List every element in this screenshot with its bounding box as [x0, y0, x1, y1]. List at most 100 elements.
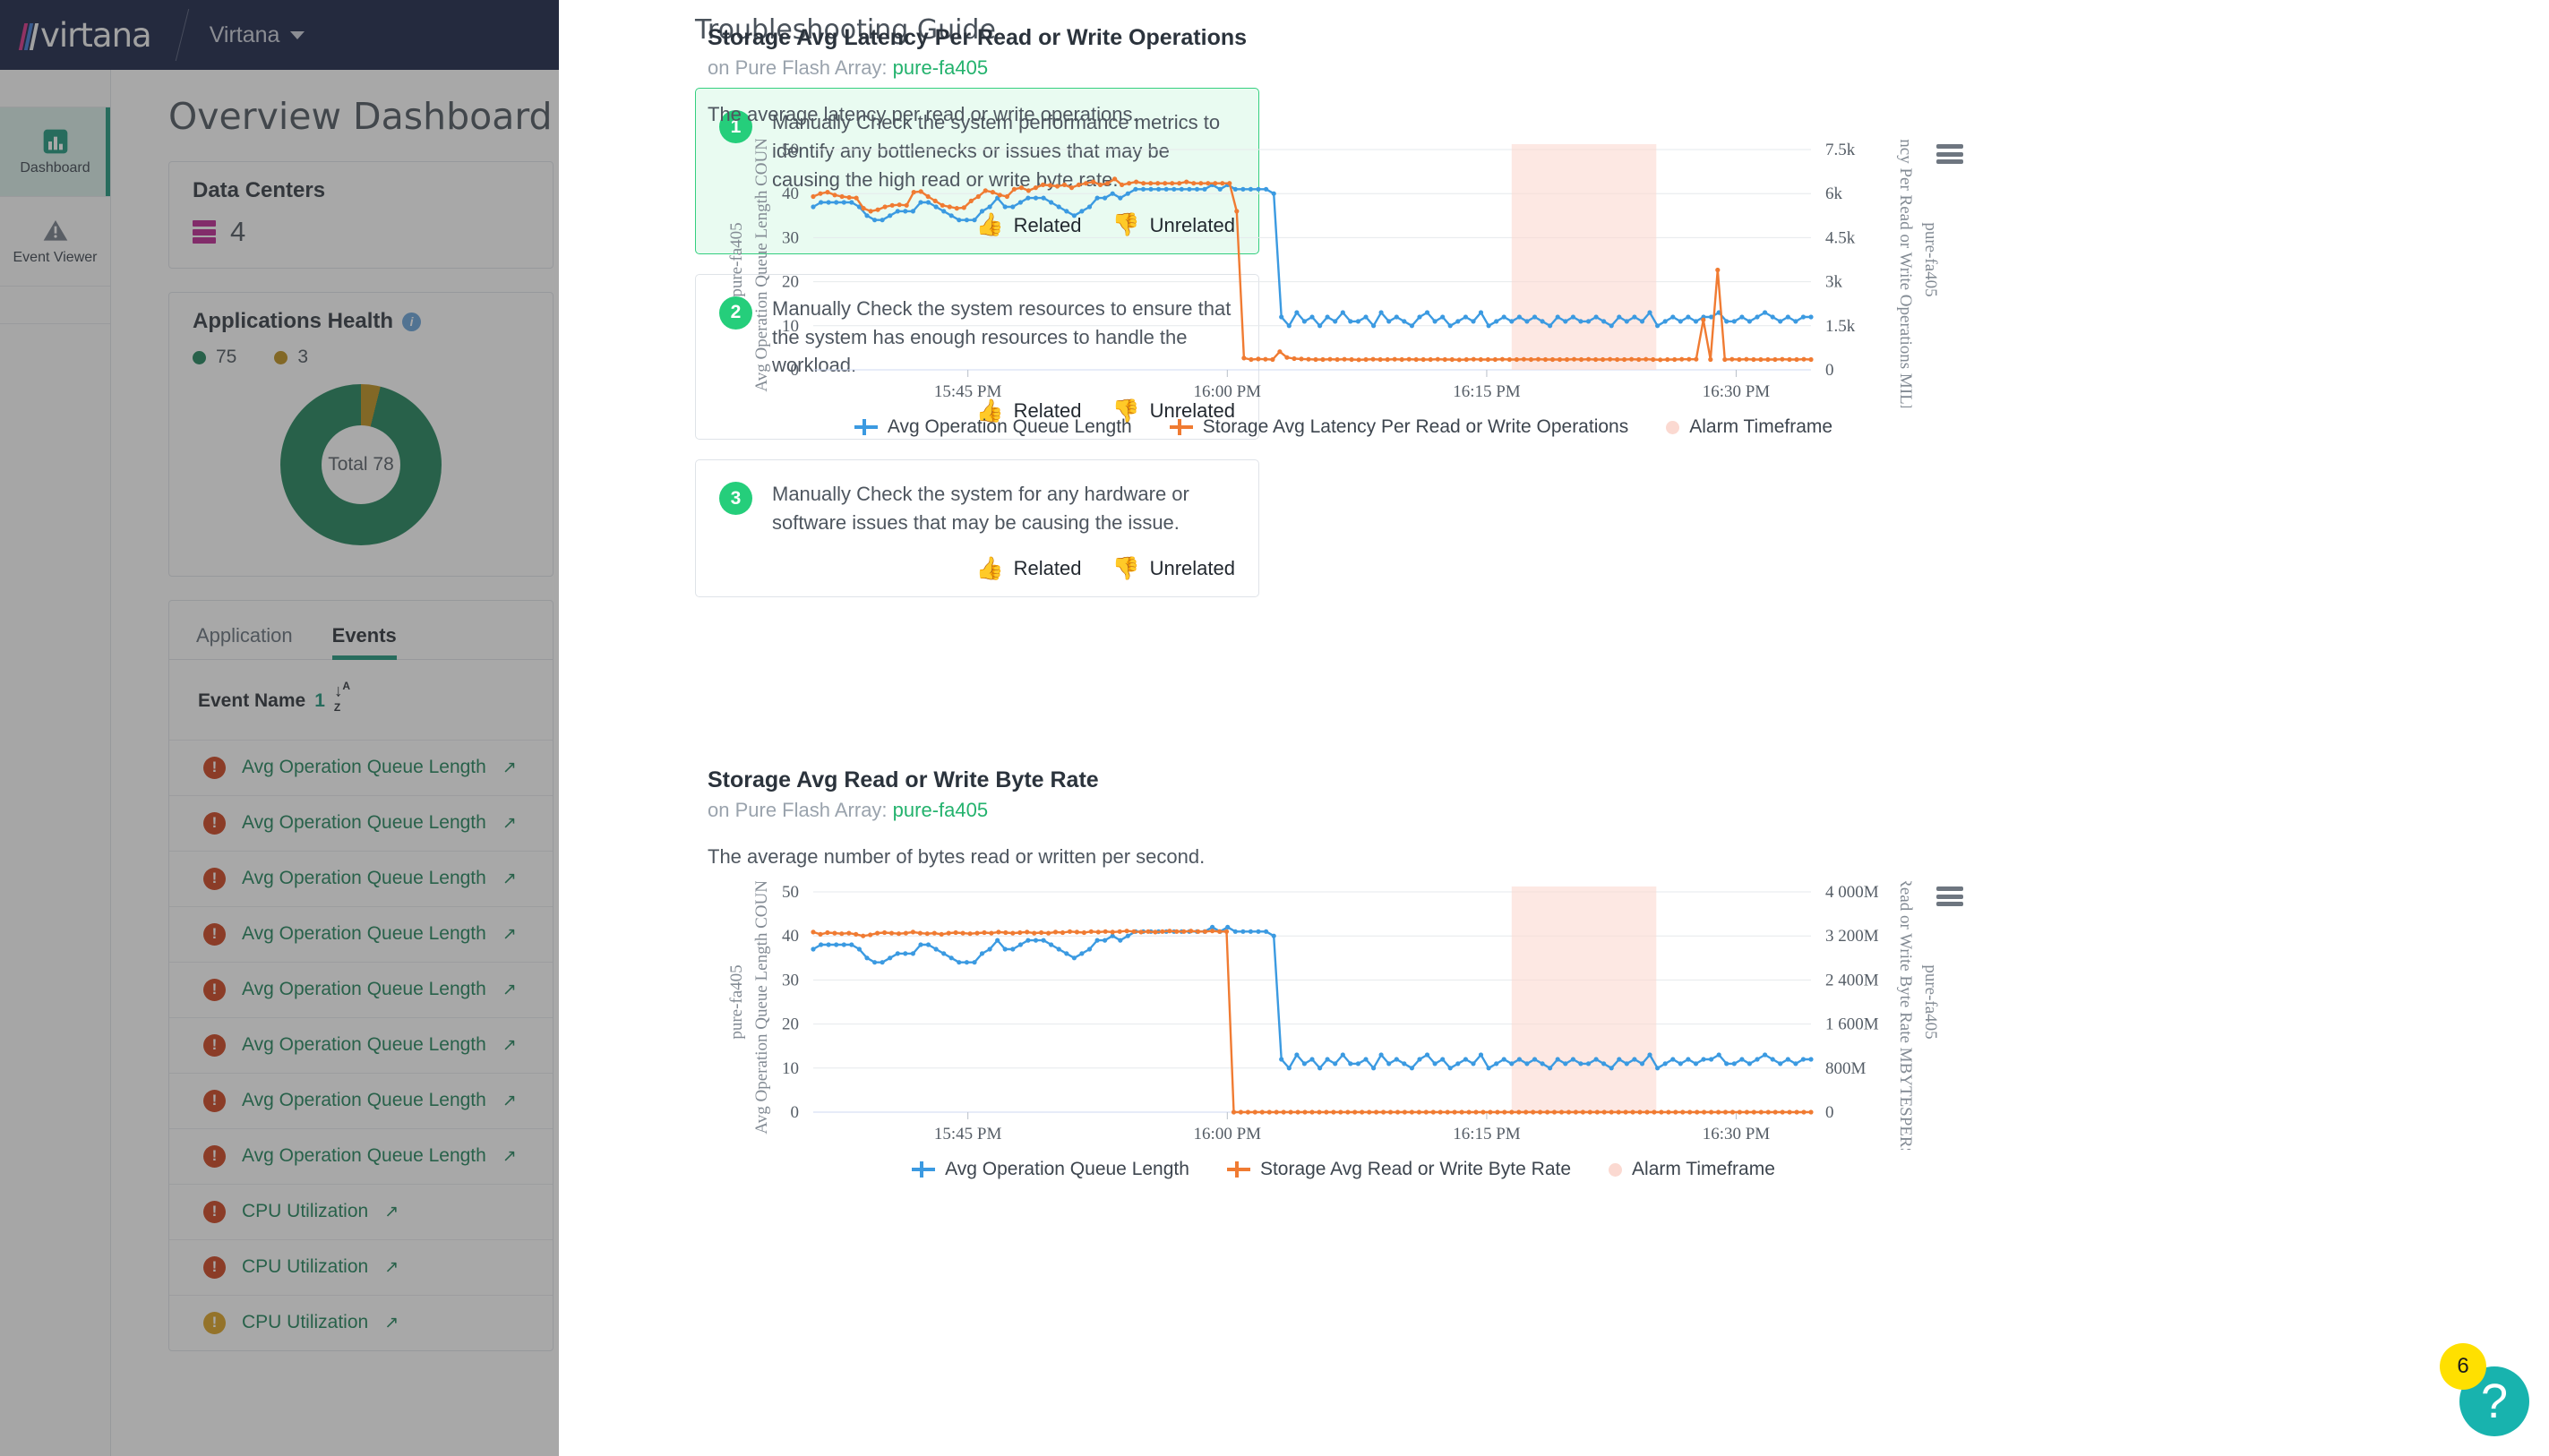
- applications-health-donut[interactable]: Total 78: [280, 384, 442, 545]
- chart-subtitle-entity[interactable]: pure-fa405: [893, 56, 988, 79]
- events-column-header[interactable]: Event Name 1 ↓A Z: [169, 660, 553, 740]
- y-axis-right-metric-label: Storage Avg Latency Per Read or Write Op…: [1896, 139, 1915, 407]
- unrelated-button[interactable]: 👎 Unrelated: [1111, 557, 1235, 580]
- event-name-link[interactable]: Avg Operation Queue Length: [242, 923, 486, 945]
- event-name-link[interactable]: CPU Utilization: [242, 1312, 368, 1333]
- series-point: [1747, 1061, 1752, 1066]
- table-row[interactable]: ! Avg Operation Queue Length ↗: [169, 961, 553, 1017]
- series-point: [1417, 1057, 1422, 1062]
- series-point: [1349, 356, 1354, 363]
- event-name-link[interactable]: Avg Operation Queue Length: [242, 979, 486, 1000]
- tab-application[interactable]: Application: [196, 624, 293, 660]
- series-point: [818, 931, 823, 937]
- legend-item-warning[interactable]: 3: [274, 347, 308, 368]
- y-axis-right-tick: 3k: [1825, 273, 1843, 292]
- table-row[interactable]: ! Avg Operation Queue Length ↗: [169, 1127, 553, 1184]
- series-point: [1478, 310, 1484, 315]
- series-point: [1264, 929, 1269, 934]
- sidebar-item-event-viewer[interactable]: Event Viewer: [0, 197, 110, 287]
- series-point: [1141, 181, 1146, 186]
- table-row[interactable]: ! CPU Utilization ↗: [169, 1183, 553, 1239]
- virtana-logo[interactable]: virtana: [18, 16, 152, 55]
- event-name-link[interactable]: Avg Operation Queue Length: [242, 812, 486, 834]
- legend-item-latency[interactable]: Storage Avg Latency Per Read or Write Op…: [1169, 416, 1628, 438]
- series-point: [1333, 1061, 1338, 1066]
- series-point: [1370, 356, 1376, 362]
- external-link-icon[interactable]: ↗: [502, 1035, 517, 1056]
- table-row[interactable]: ! CPU Utilization ↗: [169, 1238, 553, 1295]
- event-name-link[interactable]: Avg Operation Queue Length: [242, 1034, 486, 1056]
- table-row[interactable]: ! Avg Operation Queue Length ↗: [169, 1016, 553, 1073]
- event-name-link[interactable]: Avg Operation Queue Length: [242, 868, 486, 889]
- event-name-link[interactable]: CPU Utilization: [242, 1256, 368, 1278]
- legend-item-byte-rate[interactable]: Storage Avg Read or Write Byte Rate: [1226, 1159, 1571, 1180]
- chart-subtitle-entity[interactable]: pure-fa405: [893, 799, 988, 821]
- related-button[interactable]: 👍 Related: [975, 557, 1081, 580]
- series-point: [925, 193, 931, 200]
- chart-plot-area[interactable]: 0 0 10 1.5k 20 3k 30 4.5k 40 6k 50 7.5k 15:45 PM 16:0…: [708, 139, 1979, 407]
- series-point: [1395, 1109, 1401, 1115]
- external-link-icon[interactable]: ↗: [502, 813, 517, 834]
- y-axis-left-metric-label: Avg Operation Queue Length COUNT: [752, 139, 771, 392]
- legend-item-alarm-timeframe[interactable]: Alarm Timeframe: [1666, 416, 1832, 438]
- x-axis-tick: 16:00 PM: [1194, 1125, 1262, 1143]
- y-axis-left-tick: 20: [782, 1015, 799, 1034]
- event-name-link[interactable]: Avg Operation Queue Length: [242, 757, 486, 778]
- table-row[interactable]: ! Avg Operation Queue Length ↗: [169, 794, 553, 851]
- series-point: [1248, 186, 1253, 192]
- series-point: [1387, 1109, 1394, 1115]
- series-point: [1325, 1057, 1330, 1062]
- external-link-icon[interactable]: ↗: [502, 1146, 517, 1167]
- troubleshooting-step[interactable]: 3 Manually Check the system for any hardw…: [695, 459, 1259, 598]
- legend-item-queue-length[interactable]: Avg Operation Queue Length: [854, 416, 1132, 438]
- series-point: [1324, 1109, 1329, 1115]
- hamburger-menu-icon[interactable]: [1936, 144, 1963, 164]
- sidebar-item-label: Event Viewer: [13, 250, 98, 266]
- table-row[interactable]: ! Avg Operation Queue Length ↗: [169, 739, 553, 795]
- table-row[interactable]: ! Avg Operation Queue Length ↗: [169, 850, 553, 906]
- event-name-link[interactable]: Avg Operation Queue Length: [242, 1090, 486, 1111]
- event-name-link[interactable]: CPU Utilization: [242, 1201, 368, 1222]
- sidebar-item-dashboard[interactable]: Dashboard: [0, 107, 110, 197]
- series-point: [1693, 319, 1699, 324]
- troubleshooting-overlay-panel: Troubleshooting Guide 1 Manually Check th…: [559, 0, 2549, 1456]
- external-link-icon[interactable]: ↗: [384, 1257, 399, 1278]
- external-link-icon[interactable]: ↗: [502, 1091, 517, 1111]
- external-link-icon[interactable]: ↗: [502, 869, 517, 889]
- y-axis-right-tick: 0: [1825, 361, 1834, 380]
- event-name-link[interactable]: Avg Operation Queue Length: [242, 1145, 486, 1167]
- tab-events[interactable]: Events: [332, 624, 397, 660]
- sort-descending-alpha-icon[interactable]: ↓A Z: [334, 680, 350, 724]
- series-point: [987, 204, 992, 210]
- series-point: [882, 929, 888, 936]
- external-link-icon[interactable]: ↗: [384, 1313, 399, 1333]
- series-point: [1294, 310, 1300, 315]
- chart-plot-area[interactable]: 0 0 10 800M 20 1 600M 30 2 400M 40 3 200M 50 4 000M…: [708, 881, 1979, 1150]
- series-point: [1673, 1109, 1678, 1115]
- series-point: [972, 218, 977, 223]
- hamburger-menu-icon[interactable]: [1936, 886, 1963, 906]
- tenant-selector[interactable]: Virtana: [210, 22, 305, 48]
- feedback-label: Related: [1013, 557, 1082, 580]
- legend-item-queue-length[interactable]: Avg Operation Queue Length: [912, 1159, 1189, 1180]
- series-point: [1580, 1109, 1585, 1115]
- series-point: [856, 946, 862, 952]
- external-link-icon[interactable]: ↗: [502, 924, 517, 945]
- external-link-icon[interactable]: ↗: [502, 758, 517, 778]
- external-link-icon[interactable]: ↗: [502, 980, 517, 1000]
- series-point: [1213, 181, 1218, 186]
- series-point: [1054, 184, 1060, 189]
- y-axis-right-tick: 7.5k: [1825, 141, 1856, 159]
- series-point: [1751, 356, 1756, 363]
- external-link-icon[interactable]: ↗: [384, 1202, 399, 1222]
- legend-item-healthy[interactable]: 75: [193, 347, 236, 368]
- x-axis-tick: 16:15 PM: [1453, 1125, 1521, 1143]
- series-point: [1679, 356, 1685, 362]
- table-row[interactable]: ! Avg Operation Queue Length ↗: [169, 1072, 553, 1128]
- info-icon[interactable]: i: [402, 312, 422, 331]
- table-row[interactable]: ! Avg Operation Queue Length ↗: [169, 905, 553, 962]
- table-row[interactable]: ! CPU Utilization ↗: [169, 1294, 553, 1350]
- series-point: [1203, 929, 1208, 934]
- series-point: [1787, 356, 1792, 363]
- legend-item-alarm-timeframe[interactable]: Alarm Timeframe: [1609, 1159, 1775, 1180]
